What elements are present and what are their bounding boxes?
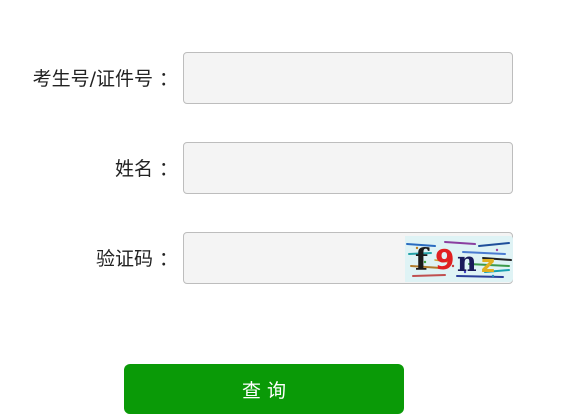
name-label: 姓名 (114, 158, 153, 180)
query-form-page: 考生号/证件号： 姓名： 验证码： f 9 n z 查询 (0, 0, 581, 420)
captcha-char-1: f (415, 243, 430, 278)
id-number-input[interactable] (183, 52, 513, 104)
name-label-colon: ： (158, 158, 178, 180)
id-label-container: 考生号/证件号： (33, 52, 178, 106)
captcha-char-2: 9 (435, 243, 454, 276)
captcha-label-colon: ： (158, 248, 178, 270)
captcha-graphic: f 9 n z (405, 236, 513, 282)
name-input[interactable] (183, 142, 513, 194)
captcha-image[interactable]: f 9 n z (405, 236, 513, 282)
captcha-label-container: 验证码： (96, 232, 178, 286)
id-label: 考生号/证件号 (32, 68, 153, 90)
query-button[interactable]: 查询 (124, 364, 404, 414)
captcha-row: 验证码： f 9 n z (0, 232, 581, 286)
id-row: 考生号/证件号： (0, 52, 581, 106)
captcha-char-4: z (481, 250, 495, 278)
name-row: 姓名： (0, 142, 581, 196)
id-label-colon: ： (158, 68, 178, 90)
name-label-container: 姓名： (115, 142, 178, 196)
captcha-char-3: n (457, 247, 477, 278)
captcha-label: 验证码 (95, 248, 153, 270)
